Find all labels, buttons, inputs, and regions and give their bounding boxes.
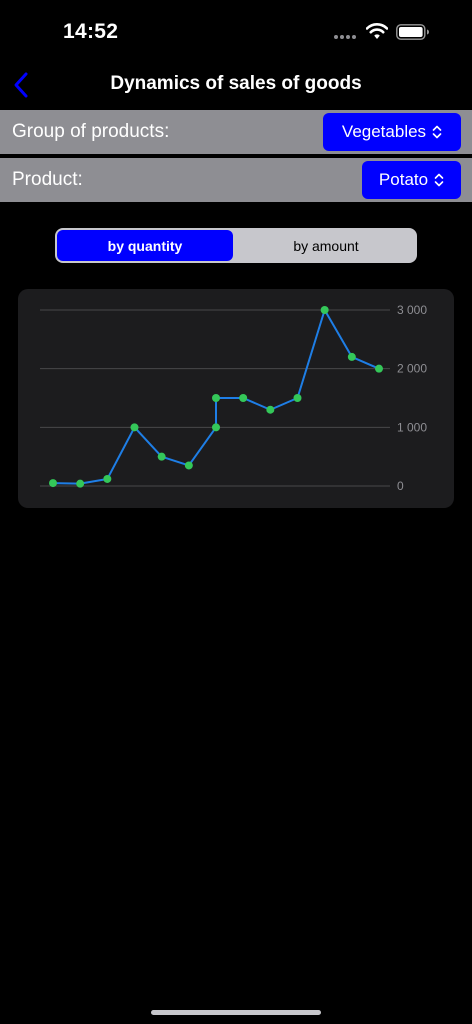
product-label: Product: <box>12 169 83 190</box>
data-point <box>157 452 166 461</box>
sales-line-chart: 0 1 000 2 000 3 000 <box>40 303 427 493</box>
y-tick-label: 0 <box>397 479 404 493</box>
data-point <box>49 479 57 488</box>
data-point <box>293 394 302 402</box>
battery-icon <box>396 24 429 40</box>
data-point <box>184 461 193 470</box>
chevron-up-down-icon <box>434 173 444 187</box>
data-point <box>103 474 112 483</box>
data-point <box>320 306 329 314</box>
data-point <box>239 394 248 402</box>
product-value: Potato <box>378 170 429 189</box>
product-row: Product: Potato <box>0 158 472 202</box>
page-title: Dynamics of sales of goods <box>110 73 362 94</box>
navigation-bar: Dynamics of sales of goods <box>0 64 472 106</box>
y-tick-label: 3 000 <box>397 303 427 317</box>
status-bar: 14:52 <box>0 0 472 64</box>
data-point <box>130 423 139 432</box>
product-group-picker[interactable]: Vegetables <box>323 113 461 151</box>
product-picker[interactable]: Potato <box>362 161 461 199</box>
product-group-row: Group of products: Vegetables <box>0 110 472 154</box>
home-indicator <box>151 1010 321 1015</box>
y-tick-label: 1 000 <box>397 420 427 434</box>
data-point <box>212 394 220 402</box>
data-point <box>212 423 220 432</box>
cellular-signal-icon <box>334 35 358 39</box>
segment-by-amount[interactable]: by amount <box>237 230 415 261</box>
status-time: 14:52 <box>63 20 119 43</box>
sales-chart-card: 0 1 000 2 000 3 000 <box>18 289 454 508</box>
wifi-icon <box>366 23 388 39</box>
data-point <box>375 364 383 373</box>
y-tick-label: 2 000 <box>397 362 427 376</box>
segment-by-quantity[interactable]: by quantity <box>57 230 233 261</box>
chevron-up-down-icon <box>432 125 442 139</box>
data-point <box>266 405 275 414</box>
product-group-value: Vegetables <box>341 122 427 141</box>
data-point <box>76 479 85 488</box>
data-point <box>347 352 356 361</box>
mode-segmented-control: by quantity by amount <box>55 228 417 263</box>
product-group-label: Group of products: <box>12 121 170 142</box>
